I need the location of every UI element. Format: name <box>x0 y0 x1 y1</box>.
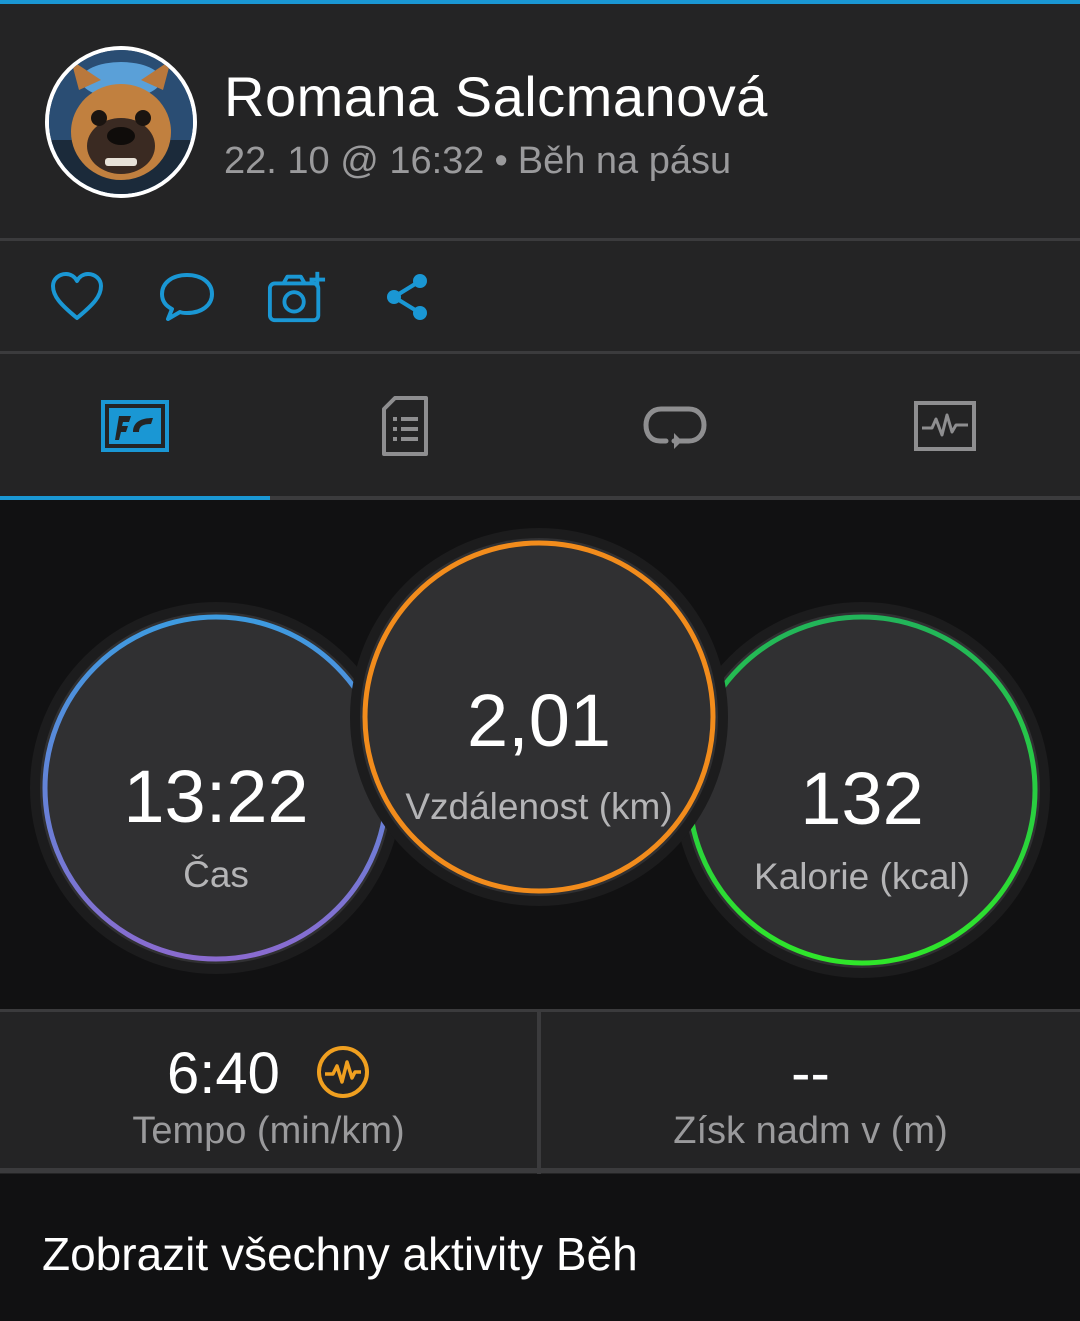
dog-avatar-image <box>49 50 193 194</box>
tab-laps[interactable] <box>540 354 810 497</box>
activity-date: 22. 10 @ 16:32 <box>224 140 485 182</box>
calories-circle: 132 Kalorie (kcal) <box>684 612 1040 968</box>
heart-icon[interactable] <box>47 267 107 327</box>
distance-circle: 2,01 Vzdálenost (km) <box>360 538 718 896</box>
calories-value: 132 <box>800 757 924 840</box>
time-value: 13:22 <box>123 755 309 838</box>
tab-charts[interactable] <box>810 354 1080 497</box>
distance-value: 2,01 <box>466 679 612 762</box>
distance-label: Vzdálenost (km) <box>405 786 673 827</box>
elevation-cell[interactable]: -- Získ nadm v (m) <box>541 1012 1080 1168</box>
tab-bar <box>0 354 1080 497</box>
laps-tab-icon <box>643 406 707 449</box>
add-photo-icon[interactable] <box>267 267 327 327</box>
footer: Zobrazit všechny aktivity Běh <box>0 1177 1080 1321</box>
user-name[interactable]: Romana Salcmanová <box>224 64 768 129</box>
view-all-activities-link[interactable]: Zobrazit všechny aktivity Běh <box>42 1227 638 1281</box>
time-label: Čas <box>183 854 249 895</box>
charts-tab-icon <box>914 400 976 451</box>
pace-value: 6:40 <box>166 1041 280 1106</box>
activity-meta: 22. 10 @ 16:32 • Běh na pásu <box>224 140 731 183</box>
details-tab-icon <box>382 395 428 456</box>
tab-details[interactable] <box>270 354 540 497</box>
action-bar <box>0 241 1080 351</box>
metrics-bottom-divider <box>0 1168 1080 1173</box>
share-icon[interactable] <box>377 267 437 327</box>
tab-stats[interactable] <box>0 354 270 497</box>
comment-icon[interactable] <box>157 267 217 327</box>
pace-cell[interactable]: 6:40 Tempo (min/km) <box>0 1012 537 1168</box>
activity-header: Romana Salcmanová 22. 10 @ 16:32 • Běh na … <box>0 4 1080 238</box>
heart-rate-icon <box>317 1045 369 1098</box>
elevation-label: Získ nadm v (m) <box>673 1110 948 1152</box>
time-circle: 13:22 Čas <box>40 612 392 964</box>
avatar[interactable] <box>45 46 197 198</box>
summary-stats: 13:22 Čas 132 Kalorie (kcal) 2,01 Vzdále… <box>0 500 1080 1012</box>
calories-label: Kalorie (kcal) <box>754 856 970 897</box>
pace-value-row: 6:40 <box>0 1040 537 1107</box>
meta-separator: • <box>494 140 508 182</box>
elevation-value: -- <box>791 1041 830 1106</box>
stats-tab-icon <box>101 399 169 452</box>
activity-type: Běh na pásu <box>517 140 732 182</box>
metrics-grid: 6:40 Tempo (min/km) -- Získ nadm v (m) <box>0 1012 1080 1174</box>
pace-label: Tempo (min/km) <box>132 1110 405 1152</box>
